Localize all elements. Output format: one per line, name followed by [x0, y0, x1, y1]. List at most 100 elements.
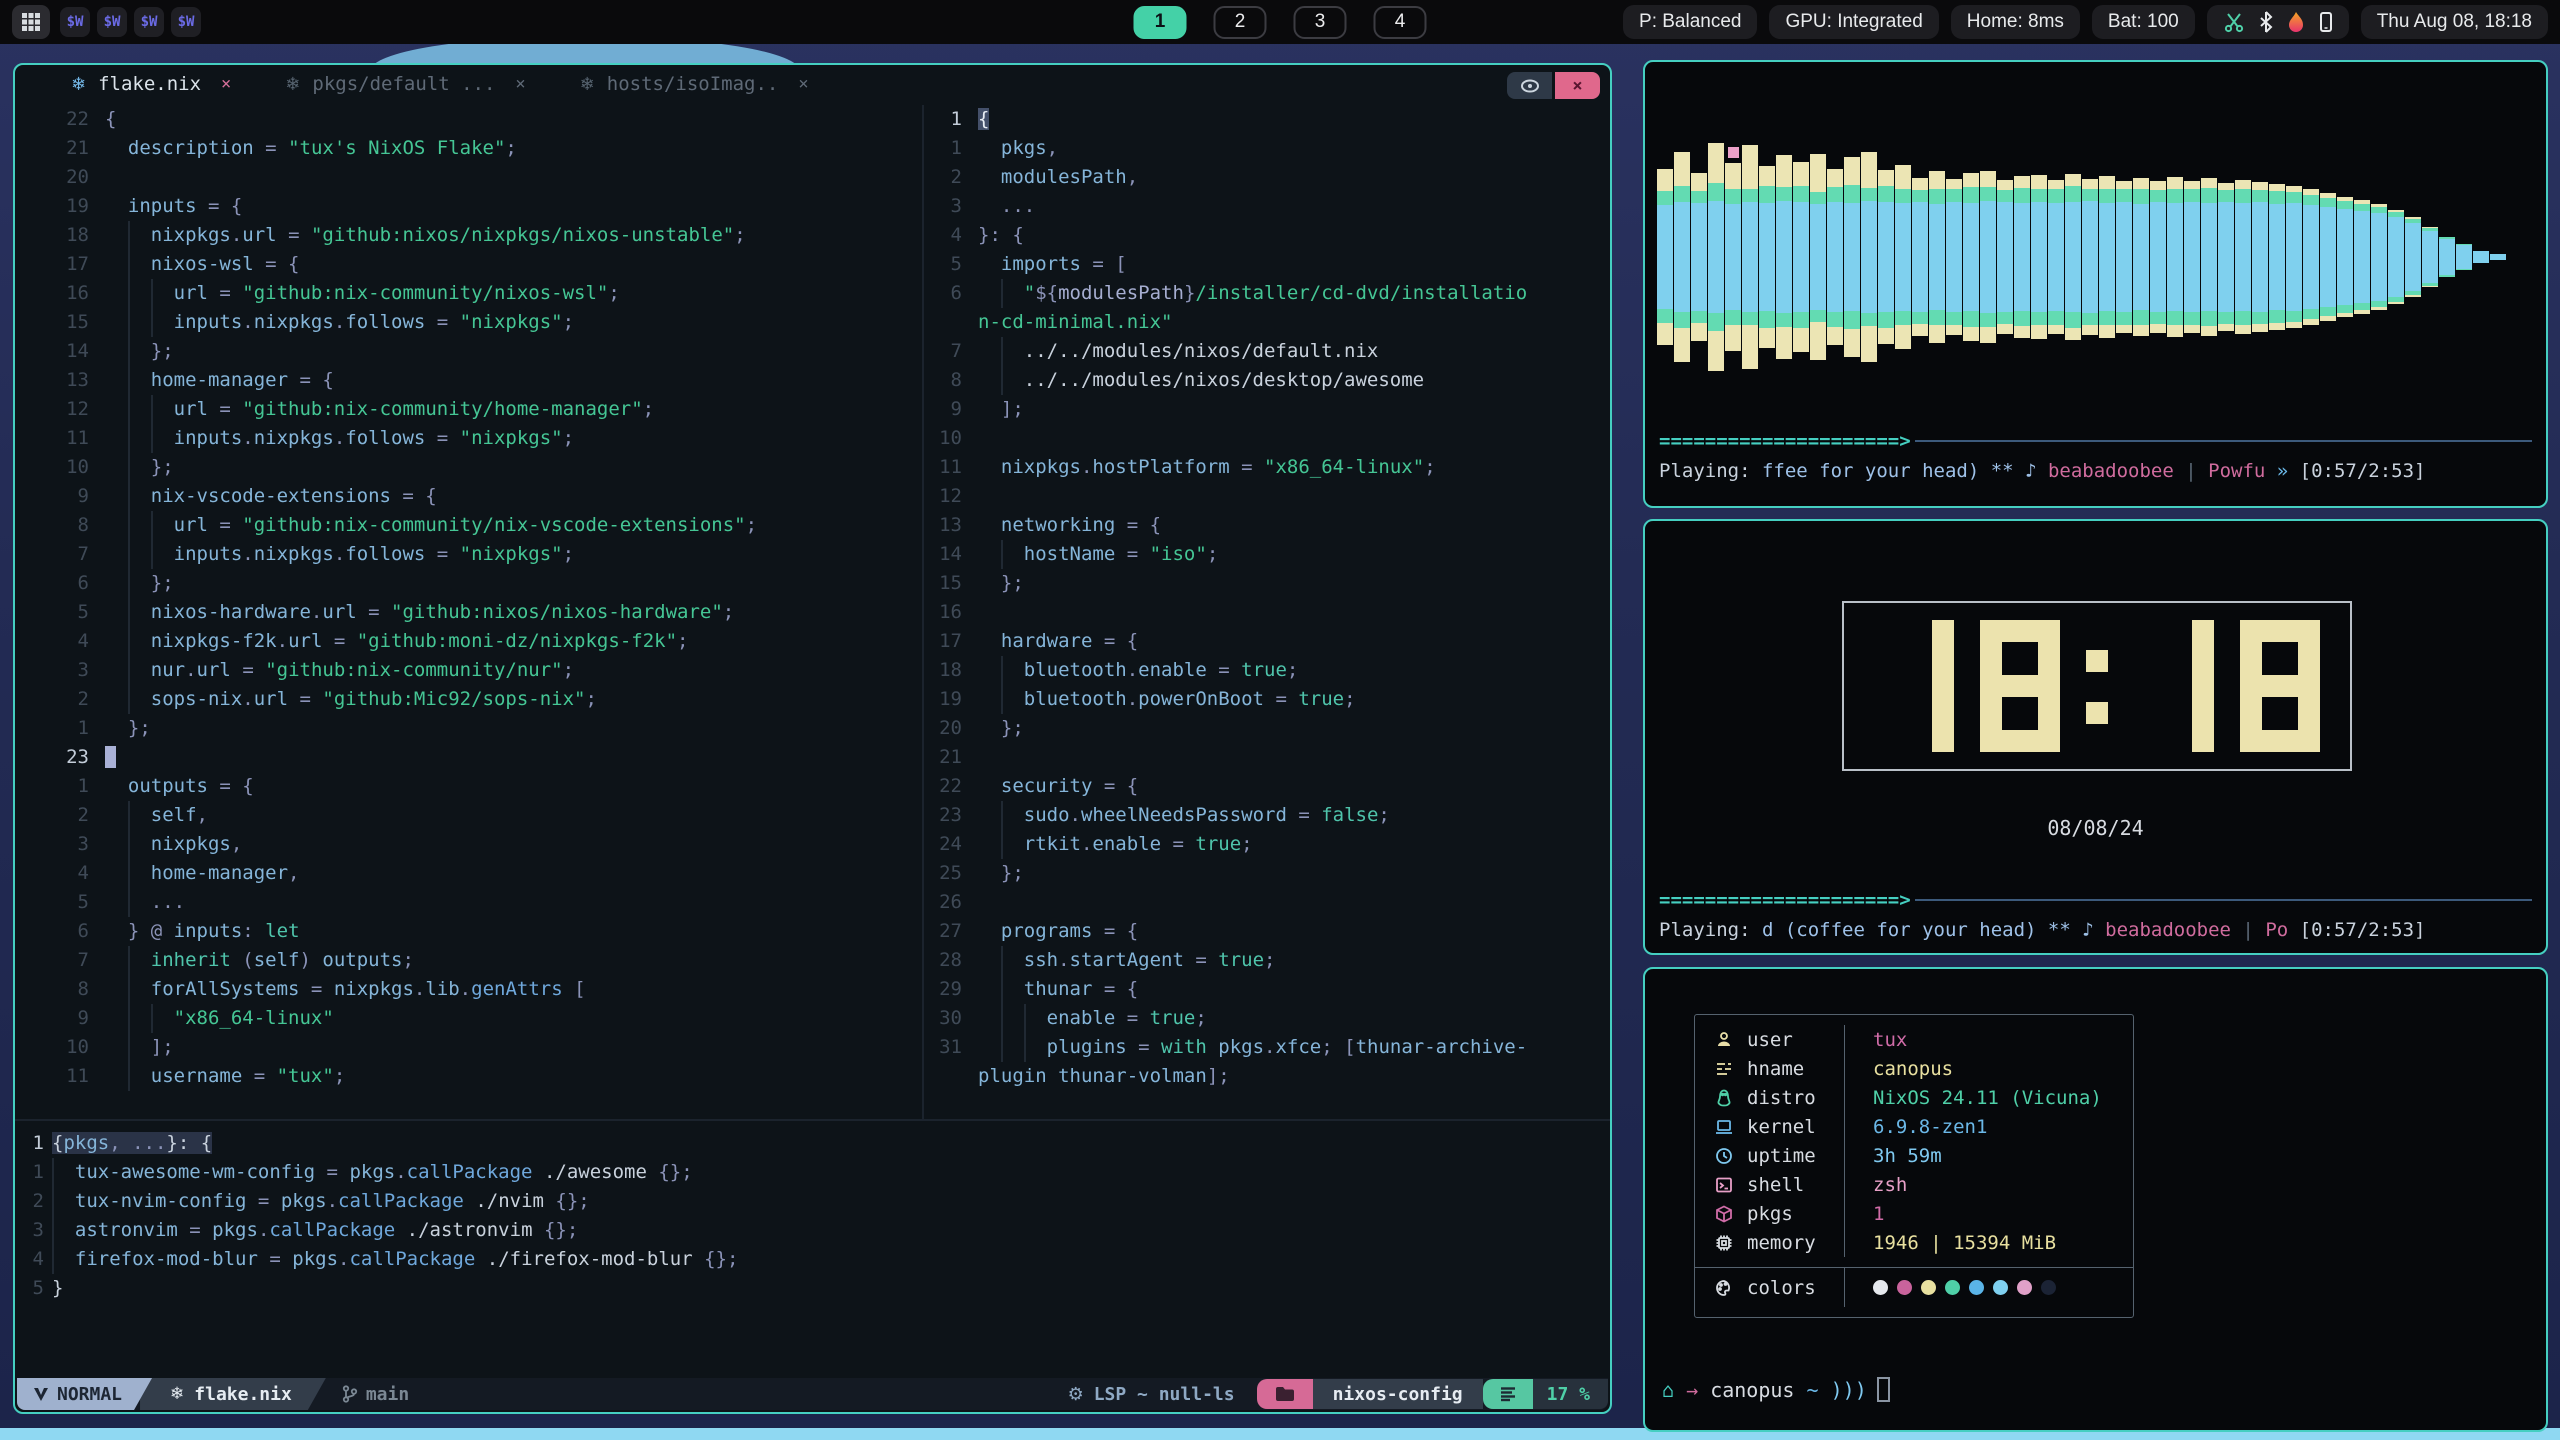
line-number: 4: [15, 1245, 52, 1274]
horizontal-split-divider[interactable]: [15, 1119, 1610, 1121]
clock-pill[interactable]: Thu Aug 08, 18:18: [2361, 5, 2548, 39]
eye-icon: [1520, 79, 1540, 93]
tab-hosts-isoImag-[interactable]: ❄hosts/isoImag..×: [580, 73, 809, 95]
line-number: 2: [925, 163, 978, 192]
lines-segment: [1483, 1379, 1533, 1409]
vertical-split-divider[interactable]: [922, 105, 924, 1121]
tag-2[interactable]: 2: [1214, 6, 1267, 39]
code-line: 1 };: [15, 714, 924, 743]
topbar: $W$W$W$W 1234 P: BalancedGPU: Integrated…: [0, 0, 2560, 44]
tab-flake-nix[interactable]: ❄flake.nix×: [71, 73, 231, 95]
workspace-button-4[interactable]: $W: [171, 7, 201, 37]
lines-icon: [1499, 1386, 1517, 1402]
bottom-code-pane[interactable]: 1{pkgs, ...}: {1 tux-awesome-wm-config =…: [15, 1129, 1610, 1303]
tab-close-icon[interactable]: ×: [221, 74, 231, 94]
line-number: 20: [925, 714, 978, 743]
left-code-pane[interactable]: 22{21 description = "tux's NixOS Flake";…: [15, 105, 924, 1091]
indent-guide: [128, 1004, 130, 1033]
tab-pkgs-default-[interactable]: ❄pkgs/default ...×: [285, 73, 525, 95]
mode-label: NORMAL: [57, 1384, 122, 1405]
scroll-percent: 17 %: [1533, 1379, 1608, 1409]
tab-close-icon[interactable]: ×: [515, 74, 525, 94]
indent-guide: [128, 540, 130, 569]
indent-guide: [128, 453, 130, 482]
fetch-value: zsh: [1873, 1174, 1907, 1196]
palette-dot-0: [1873, 1280, 1888, 1295]
line-number: 18: [15, 221, 105, 250]
uptime-icon: [1715, 1147, 1733, 1165]
line-number: [925, 308, 978, 337]
clock-panel: 08/08/24 =====================> Playing:…: [1643, 519, 2548, 955]
fetch-value: 6.9.8-zen1: [1873, 1116, 1987, 1138]
indent-guide: [128, 830, 130, 859]
indent-guide: [1001, 540, 1003, 569]
indent-guide: [52, 1158, 54, 1187]
code-line: 1{: [925, 105, 1614, 134]
workspace-button-1[interactable]: $W: [60, 7, 90, 37]
line-number: 9: [15, 482, 105, 511]
code-line: 6 } @ inputs: let: [15, 917, 924, 946]
line-number: 2: [15, 1187, 52, 1216]
code-line: 28 ssh.startAgent = true;: [925, 946, 1614, 975]
code-line: 13 networking = {: [925, 511, 1614, 540]
indent-guide: [151, 308, 153, 337]
titlebar-eye-button[interactable]: [1507, 72, 1552, 99]
line-number: 4: [925, 221, 978, 250]
fetch-label: uptime: [1747, 1145, 1816, 1167]
line-number: 5: [15, 598, 105, 627]
tab-label: hosts/isoImag..: [607, 73, 779, 95]
tag-3[interactable]: 3: [1294, 6, 1347, 39]
line-number: 1: [925, 105, 978, 134]
status-pill-0[interactable]: P: Balanced: [1623, 5, 1757, 39]
indent-guide: [52, 1216, 54, 1245]
tab-label: flake.nix: [98, 73, 201, 95]
right-code-pane[interactable]: 1{1 pkgs,2 modulesPath,3 ...4}: {5 impor…: [925, 105, 1614, 1091]
indent-guide: [151, 540, 153, 569]
indent-guide: [128, 569, 130, 598]
line-number: 11: [15, 1062, 105, 1091]
tag-4[interactable]: 4: [1374, 6, 1427, 39]
code-line: 27 programs = {: [925, 917, 1614, 946]
code-line: 15 inputs.nixpkgs.follows = "nixpkgs";: [15, 308, 924, 337]
tag-1[interactable]: 1: [1134, 6, 1187, 39]
audio-visualizer: [1657, 92, 2537, 422]
pkgs-icon: [1715, 1205, 1733, 1223]
status-pill-2[interactable]: Home: 8ms: [1951, 5, 2080, 39]
status-pill-3[interactable]: Bat: 100: [2092, 5, 2195, 39]
indent-guide: [128, 627, 130, 656]
line-number: 3: [925, 192, 978, 221]
distro-icon: [1715, 1089, 1733, 1107]
tab-label: pkgs/default ...: [312, 73, 495, 95]
code-line: 17 hardware = {: [925, 627, 1614, 656]
line-number: 14: [925, 540, 978, 569]
indent-guide: [128, 859, 130, 888]
window-controls: ×: [1507, 72, 1600, 99]
workspace-button-3[interactable]: $W: [134, 7, 164, 37]
tab-close-icon[interactable]: ×: [798, 74, 808, 94]
statusline-branch: main: [342, 1384, 409, 1405]
palette-dot-7: [2041, 1280, 2056, 1295]
line-number: 5: [15, 1274, 52, 1303]
code-line: 2 tux-nvim-config = pkgs.callPackage ./n…: [15, 1187, 1610, 1216]
fetch-separator: colors: [1695, 1267, 2133, 1307]
memory-icon: [1715, 1234, 1733, 1252]
line-number: 5: [925, 250, 978, 279]
launcher-button[interactable]: [12, 5, 50, 39]
indent-guide: [1001, 830, 1003, 859]
statusline-file: ❄ flake.nix: [140, 1378, 326, 1410]
line-number: 1: [15, 1158, 52, 1187]
line-number: 1: [925, 134, 978, 163]
shell-prompt[interactable]: ⌂ → canopus ~ ))): [1662, 1377, 1890, 1402]
line-number: 17: [925, 627, 978, 656]
clock-digit-1: [2134, 620, 2214, 752]
colors-icon: [1715, 1279, 1733, 1297]
status-pill-1[interactable]: GPU: Integrated: [1769, 5, 1938, 39]
indent-guide: [1024, 1004, 1026, 1033]
titlebar-close-button[interactable]: ×: [1555, 72, 1600, 99]
code-line: 1 pkgs,: [925, 134, 1614, 163]
tray-pill[interactable]: [2207, 5, 2349, 39]
percent-label: 17 %: [1547, 1384, 1590, 1405]
workspace-button-2[interactable]: $W: [97, 7, 127, 37]
scissors-icon: [2223, 11, 2245, 33]
code-line: 16: [925, 598, 1614, 627]
